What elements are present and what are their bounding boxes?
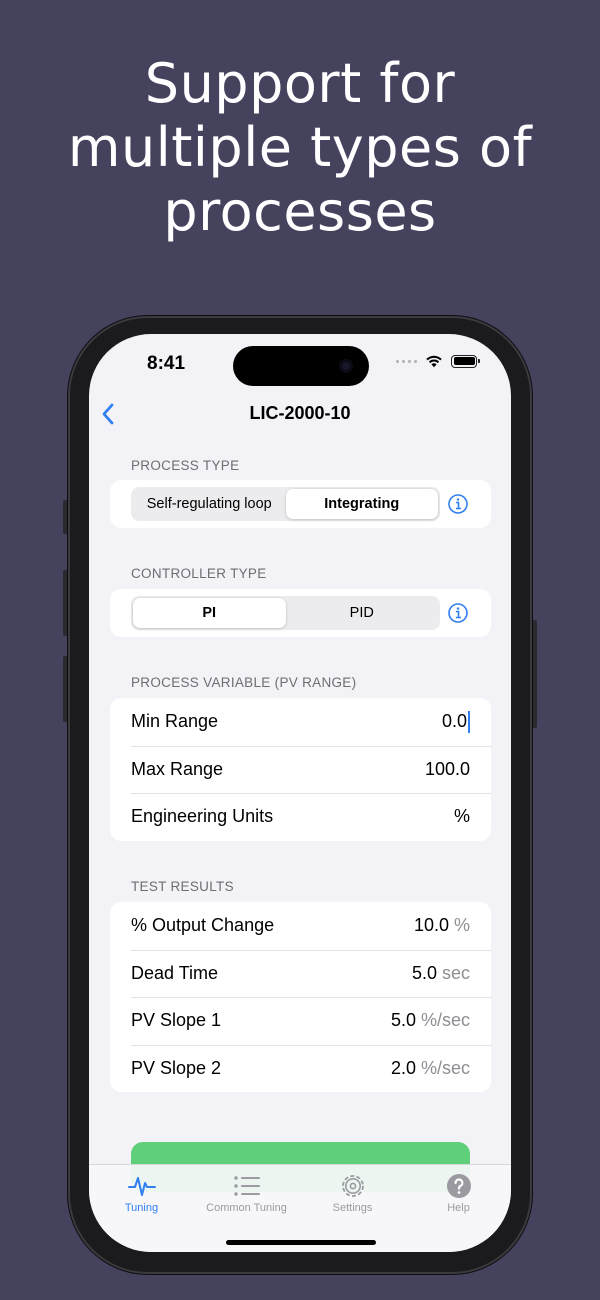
pv-slope-1-input[interactable]: 5.0 (391, 1010, 416, 1031)
dead-time-input[interactable]: 5.0 (412, 963, 437, 984)
output-change-unit: % (453, 915, 470, 936)
output-change-input[interactable]: 10.0 (414, 915, 449, 936)
pv-slope-1-unit: %/sec (420, 1010, 470, 1031)
controller-type-card: PI PID (110, 589, 491, 637)
engineering-units-label: Engineering Units (131, 806, 274, 827)
headline-line-2: multiple types of (67, 116, 533, 179)
gear-icon (341, 1175, 364, 1197)
dead-time-unit: sec (441, 962, 470, 983)
tab-common-tuning-label: Common Tuning (206, 1202, 287, 1214)
nav-title: LIC-2000-10 (249, 403, 351, 423)
max-range-label: Max Range (131, 758, 224, 779)
min-range-label: Min Range (131, 711, 219, 732)
output-change-label: % Output Change (131, 915, 275, 936)
pv-slope-2-input[interactable]: 2.0 (391, 1058, 416, 1079)
min-range-row[interactable]: Min Range 0.0 (110, 698, 491, 746)
tab-help[interactable]: Help (406, 1173, 511, 1214)
pv-slope-2-label: PV Slope 2 (131, 1057, 222, 1078)
process-type-info-icon[interactable] (447, 493, 469, 515)
tab-settings-label: Settings (332, 1202, 373, 1214)
power-button (532, 620, 537, 728)
segment-integrating[interactable]: Integrating (285, 489, 438, 519)
controller-type-segmented-control: PI PID (131, 596, 440, 630)
camera-icon (339, 359, 353, 373)
section-header-test-results: TEST RESULTS (131, 879, 234, 894)
engineering-units-row[interactable]: Engineering Units % (110, 793, 491, 841)
output-change-row[interactable]: % Output Change 10.0% (110, 902, 491, 950)
section-header-pv-range: PROCESS VARIABLE (PV RANGE) (131, 675, 357, 690)
waveform-icon (127, 1177, 156, 1196)
max-range-row[interactable]: Max Range 100.0 (110, 745, 491, 794)
dynamic-island (233, 346, 369, 386)
list-icon (233, 1176, 260, 1196)
text-cursor (468, 710, 470, 733)
battery-icon (451, 354, 480, 368)
wifi-icon (426, 355, 442, 368)
segment-pi[interactable]: PI (133, 598, 286, 628)
tab-tuning[interactable]: Tuning (89, 1173, 194, 1214)
controller-type-info-icon[interactable] (447, 602, 469, 624)
pv-range-card: Min Range 0.0 Max Range 100.0 Engineerin… (110, 698, 491, 841)
signal-dots-icon (396, 359, 417, 363)
pv-slope-1-label: PV Slope 1 (131, 1010, 222, 1031)
process-type-segmented-control: Self-regulating loop Integrating (131, 487, 440, 521)
phone-screen: 8:41 LIC-2000-10 PROCESS TYPE Self-regul… (89, 334, 511, 1252)
segment-self-regulating-loop[interactable]: Self-regulating loop (133, 489, 286, 519)
process-type-card: Self-regulating loop Integrating (110, 480, 491, 528)
dead-time-label: Dead Time (131, 962, 219, 983)
tab-common-tuning[interactable]: Common Tuning (194, 1173, 299, 1214)
status-indicators (396, 354, 480, 368)
section-header-controller-type: CONTROLLER TYPE (131, 566, 267, 581)
segment-pid[interactable]: PID (286, 598, 439, 628)
tab-bar: Tuning Common Tuning Settings Help (89, 1164, 511, 1252)
tab-tuning-label: Tuning (124, 1202, 159, 1214)
engineering-units-input[interactable]: % (454, 806, 470, 827)
pv-slope-1-row[interactable]: PV Slope 1 5.0 %/sec (110, 997, 491, 1045)
headline: Support for multiple types of processes (0, 52, 600, 244)
status-time: 8:41 (147, 353, 186, 374)
tab-help-label: Help (447, 1202, 470, 1214)
pv-slope-2-row[interactable]: PV Slope 2 2.0 %/sec (110, 1044, 491, 1093)
pv-slope-2-unit: %/sec (420, 1057, 470, 1078)
headline-line-3: processes (163, 180, 437, 243)
tab-settings[interactable]: Settings (300, 1173, 405, 1214)
section-header-process-type: PROCESS TYPE (131, 458, 240, 473)
test-results-card: % Output Change 10.0% Dead Time 5.0 sec P… (110, 902, 491, 1092)
home-indicator (226, 1240, 376, 1245)
question-icon (446, 1174, 471, 1198)
headline-line-1: Support for (144, 52, 456, 115)
dead-time-row[interactable]: Dead Time 5.0 sec (110, 949, 491, 998)
max-range-input[interactable]: 100.0 (425, 759, 470, 780)
min-range-input[interactable]: 0.0 (442, 711, 467, 732)
